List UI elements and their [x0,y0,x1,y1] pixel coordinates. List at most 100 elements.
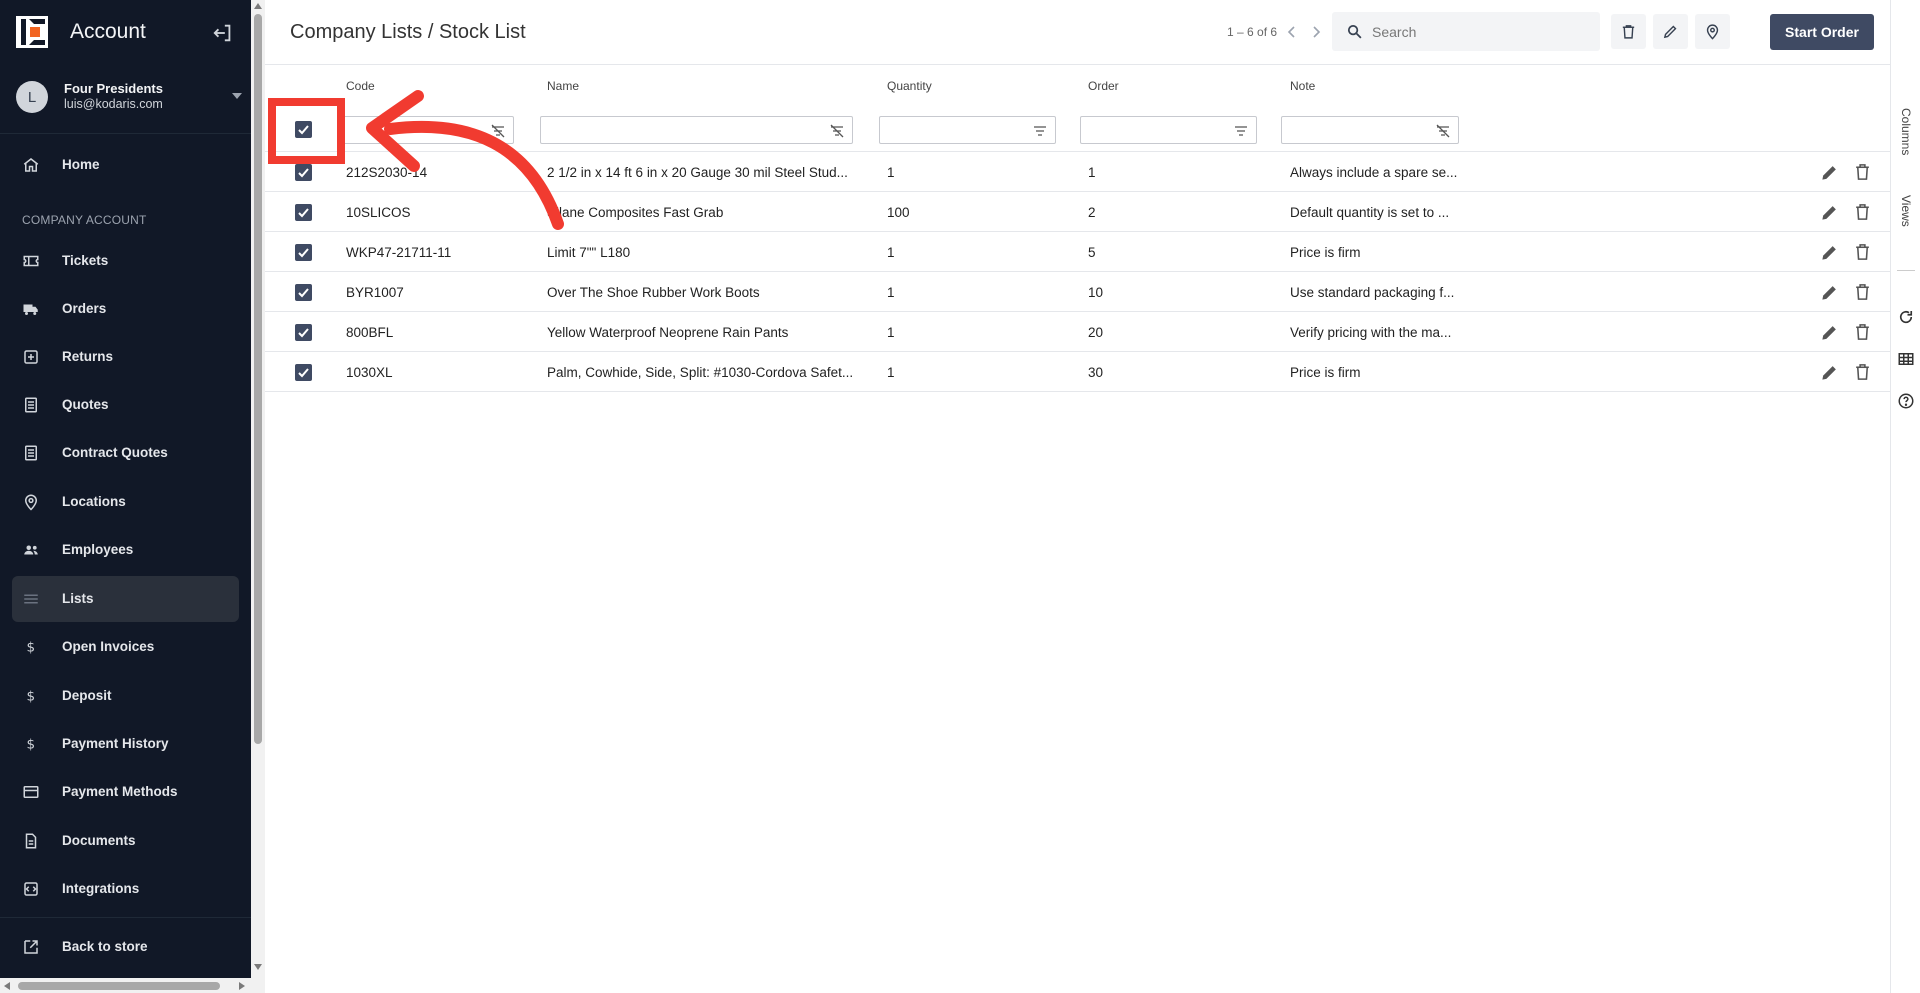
table-row[interactable]: BYR1007 Over The Shoe Rubber Work Boots … [265,272,1890,312]
help-icon[interactable] [1897,392,1915,410]
views-tab[interactable]: Views [1899,195,1913,227]
sidebar-item-tickets[interactable]: Tickets [12,238,239,284]
sidebar-item-locations[interactable]: Locations [12,479,239,525]
credit-card-icon [23,786,39,798]
edit-list-button[interactable] [1653,14,1688,49]
sidebar-item-contract-quotes[interactable]: Contract Quotes [12,430,239,476]
divider [265,64,1890,65]
scroll-right-arrow-icon[interactable] [239,982,245,990]
sidebar-item-home[interactable]: Home [12,142,239,188]
sidebar-item-payment-history[interactable]: $ Payment History [12,721,239,767]
trash-icon[interactable] [1853,242,1872,262]
sidebar-item-label: Returns [62,349,114,364]
pencil-icon[interactable] [1820,203,1839,222]
filter-icon[interactable] [1234,124,1248,138]
table-row[interactable]: 800BFL Yellow Waterproof Neoprene Rain P… [265,312,1890,352]
location-pin-icon [24,494,38,511]
pencil-icon[interactable] [1820,323,1839,342]
search-input[interactable] [1372,20,1592,44]
caret-down-icon[interactable] [232,93,242,99]
divider [1897,270,1915,271]
scroll-down-arrow-icon[interactable] [254,964,262,970]
sidebar-item-quotes[interactable]: Quotes [12,382,239,428]
dollar-icon: $ [27,640,36,656]
trash-icon[interactable] [1853,202,1872,222]
location-button[interactable] [1695,14,1730,49]
trash-icon[interactable] [1853,162,1872,182]
user-switcher[interactable]: L Four Presidents luis@kodaris.com [0,76,251,126]
trash-icon[interactable] [1853,282,1872,302]
delete-list-button[interactable] [1611,14,1646,49]
table-row[interactable]: 1030XL Palm, Cowhide, Side, Split: #1030… [265,352,1890,392]
avatar: L [16,81,48,113]
scrollbar-thumb[interactable] [254,14,262,744]
table-row[interactable]: WKP47-21711-11 Limit 7"" L180 1 5 Price … [265,232,1890,272]
pencil-icon[interactable] [1820,243,1839,262]
filter-off-icon[interactable] [830,124,844,138]
sidebar-item-orders[interactable]: Orders [12,286,239,332]
row-checkbox[interactable] [295,164,312,181]
scrollbar-thumb[interactable] [18,982,220,990]
cell-name: Palm, Cowhide, Side, Split: #1030-Cordov… [547,365,854,380]
quantity-filter-input[interactable] [879,116,1056,144]
chevron-left-icon[interactable] [1285,23,1299,41]
row-checkbox[interactable] [295,244,312,261]
pencil-icon[interactable] [1820,363,1839,382]
note-filter-input[interactable] [1281,116,1459,144]
dollar-icon: $ [27,737,36,753]
sidebar-item-integrations[interactable]: Integrations [12,866,239,912]
sidebar-item-payment-methods[interactable]: Payment Methods [12,769,239,815]
cell-name: Over The Shoe Rubber Work Boots [547,285,760,300]
cell-note: Use standard packaging f... [1290,285,1455,300]
scroll-up-arrow-icon[interactable] [254,3,262,9]
row-checkbox[interactable] [295,324,312,341]
collapse-sidebar-icon[interactable] [212,22,234,44]
vertical-scrollbar[interactable] [251,0,265,993]
kodaris-logo[interactable] [16,16,48,48]
trash-icon[interactable] [1853,322,1872,342]
cell-order: 10 [1088,285,1104,300]
svg-text:$: $ [27,737,36,753]
cell-note: Always include a spare se... [1290,165,1458,180]
search-icon [1347,24,1362,39]
search-box[interactable] [1332,12,1600,51]
column-header-quantity[interactable]: Quantity [887,79,932,93]
sidebar-item-lists[interactable]: Lists [12,576,239,622]
cell-name: Yellow Waterproof Neoprene Rain Pants [547,325,789,340]
pencil-icon[interactable] [1820,163,1839,182]
sidebar-item-open-invoices[interactable]: $ Open Invoices [12,624,239,670]
chevron-right-icon[interactable] [1309,23,1323,41]
sidebar-item-deposit[interactable]: $ Deposit [12,673,239,719]
filter-icon[interactable] [1033,124,1047,138]
dollar-icon: $ [27,689,36,705]
ticket-icon [23,255,39,267]
name-filter-input[interactable] [540,116,853,144]
checkmark-icon [298,328,309,338]
sidebar-item-documents[interactable]: Documents [12,818,239,864]
user-name: Four Presidents [64,81,163,96]
row-checkbox[interactable] [295,284,312,301]
pencil-icon[interactable] [1820,283,1839,302]
row-checkbox[interactable] [295,364,312,381]
filter-off-icon[interactable] [1436,124,1450,138]
trash-icon[interactable] [1853,362,1872,382]
cell-quantity: 1 [887,365,895,380]
trash-icon [1622,25,1635,39]
sidebar-item-returns[interactable]: Returns [12,334,239,380]
scroll-left-arrow-icon[interactable] [4,982,10,990]
sidebar: Account L Four Presidents luis@kodaris.c… [0,0,251,993]
start-order-button[interactable]: Start Order [1770,14,1874,50]
user-email: luis@kodaris.com [64,97,163,111]
sidebar-item-employees[interactable]: Employees [12,527,239,573]
cell-note: Price is firm [1290,365,1361,380]
order-filter-input[interactable] [1080,116,1257,144]
refresh-icon[interactable] [1897,308,1915,326]
column-header-note[interactable]: Note [1290,79,1315,93]
row-checkbox[interactable] [295,204,312,221]
cell-code: 1030XL [346,365,393,380]
grid-icon[interactable] [1897,350,1915,368]
back-to-store-link[interactable]: Back to store [12,924,239,970]
columns-tab[interactable]: Columns [1899,108,1913,155]
horizontal-scrollbar[interactable] [0,978,251,993]
column-header-order[interactable]: Order [1088,79,1119,93]
